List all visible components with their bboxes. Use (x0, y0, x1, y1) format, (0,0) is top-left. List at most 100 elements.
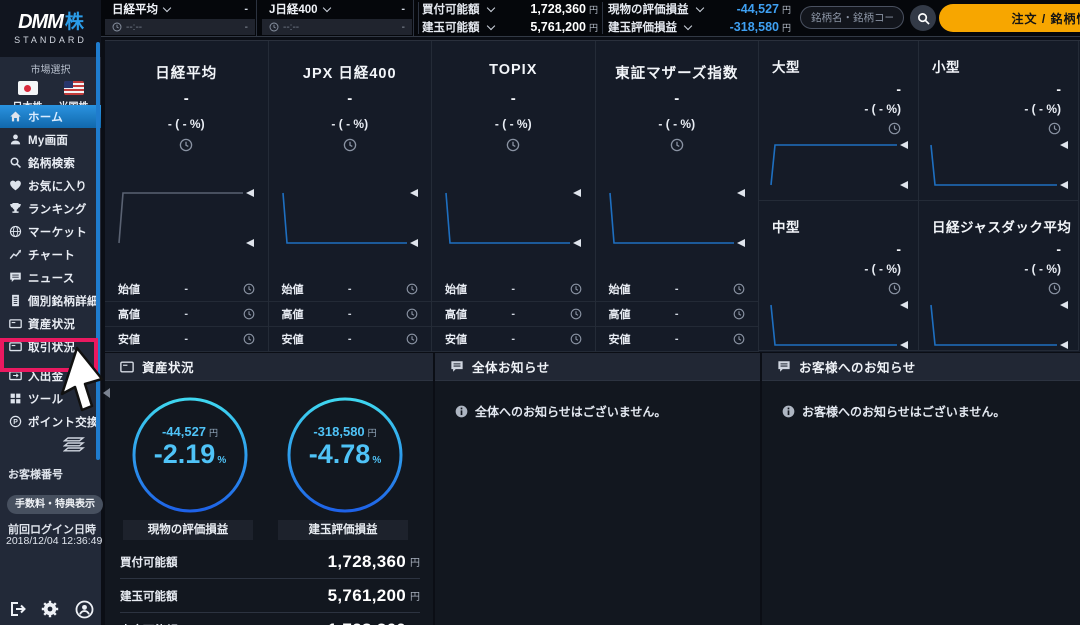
size-card-change: - ( - %) (1024, 102, 1061, 116)
clock-icon[interactable] (888, 282, 901, 295)
clock-icon[interactable] (733, 283, 745, 295)
price-row-label: 安値 (445, 331, 467, 347)
svg-text:P: P (13, 419, 18, 426)
clock-icon[interactable] (243, 283, 255, 295)
index-card-3[interactable]: 東証マザーズ指数-- ( - %)始値-高値-安値- (596, 41, 760, 352)
clock-icon[interactable] (406, 333, 418, 345)
sidebar-item-label: チャート (28, 247, 75, 263)
sidebar-item-9[interactable]: 資産状況 (0, 312, 101, 335)
card-icon (120, 361, 134, 373)
price-row: 安値- (596, 327, 759, 352)
size-card-2[interactable]: 中型-- ( - %) (759, 201, 919, 351)
clock-icon[interactable] (432, 138, 595, 152)
sidebar-item-label: 銘柄検索 (28, 155, 75, 171)
size-card-change: - ( - %) (864, 102, 901, 116)
price-row: 始値- (105, 277, 268, 302)
price-row: 始値- (432, 277, 595, 302)
user-icon (9, 133, 22, 146)
amount-label: 建玉評価損益 (608, 19, 677, 35)
asset-row-value: 1,728,360 (328, 620, 406, 625)
logout-icon[interactable] (7, 599, 27, 619)
clock-icon[interactable] (243, 333, 255, 345)
mini-chart (604, 187, 750, 249)
globe-icon (9, 225, 22, 238)
clock-icon[interactable] (243, 308, 255, 320)
japan-flag-icon (18, 81, 38, 95)
mini-chart (113, 187, 259, 249)
index-card-0[interactable]: 日経平均-- ( - %)始値-高値-安値- (105, 41, 269, 352)
chevron-down-icon[interactable] (695, 3, 703, 11)
clock-icon[interactable] (406, 283, 418, 295)
heart-icon (9, 179, 22, 192)
search-button[interactable] (910, 5, 936, 31)
clock-icon[interactable] (570, 308, 582, 320)
price-row-label: 始値 (609, 281, 631, 297)
size-card-0[interactable]: 大型-- ( - %) (759, 41, 919, 201)
clock-icon[interactable] (1048, 282, 1061, 295)
asset-row-label: 買付可能額 (120, 554, 178, 570)
index-card-title: TOPIX (432, 62, 595, 78)
chevron-down-icon[interactable] (684, 21, 692, 29)
sidebar: DMM株 STANDARD 市場選択 日本株 米国株 ホームMy画面銘柄検索お気… (0, 0, 101, 625)
fee-info-button[interactable]: 手数料・特典表示 (7, 495, 103, 514)
price-row-label: 高値 (445, 306, 467, 322)
size-card-3[interactable]: 日経ジャスダック平均-- ( - %) (919, 201, 1079, 351)
index-card-2[interactable]: TOPIX-- ( - %)始値-高値-安値- (432, 41, 596, 352)
index-cards-section: 日経平均-- ( - %)始値-高値-安値-JPX 日経400-- ( - %)… (105, 40, 1080, 352)
sidebar-item-6[interactable]: チャート (0, 243, 101, 266)
clock-icon[interactable] (269, 138, 432, 152)
index-card-title: 東証マザーズ指数 (596, 62, 759, 83)
symbol-search-input[interactable] (801, 7, 903, 28)
clock-icon[interactable] (570, 333, 582, 345)
account-icon[interactable] (74, 599, 94, 619)
sidebar-item-2[interactable]: 銘柄検索 (0, 151, 101, 174)
collapse-sidebar-icon[interactable] (63, 436, 87, 454)
symbol-search-box (800, 6, 904, 29)
clock-icon[interactable] (888, 122, 901, 135)
price-row-value: - (348, 308, 352, 320)
index-card-value: - (432, 90, 595, 107)
chevron-down-icon[interactable] (486, 3, 494, 11)
size-card-1[interactable]: 小型-- ( - %) (919, 41, 1079, 201)
ticker-name: J日経400 (269, 1, 318, 17)
clock-icon[interactable] (570, 283, 582, 295)
price-row: 高値- (105, 302, 268, 327)
index-ticker-dropdown[interactable]: 日経平均- (105, 0, 255, 18)
clock-icon[interactable] (105, 138, 268, 152)
amount-label: 建玉可能額 (422, 19, 480, 35)
clock-icon[interactable] (596, 138, 759, 152)
price-row-label: 始値 (118, 281, 140, 297)
clock-icon[interactable] (733, 333, 745, 345)
asset-amount-row: 買付可能額1,728,360円 (120, 545, 420, 579)
sidebar-item-5[interactable]: マーケット (0, 220, 101, 243)
topbar: 日経平均---:---J日経400---:--- 買付可能額1,728,360円… (101, 0, 1080, 37)
chevron-down-icon[interactable] (486, 21, 494, 29)
amount-unit: 円 (782, 3, 791, 16)
gauge-unit: 円 (368, 428, 377, 438)
index-ticker-dropdown[interactable]: J日経400- (262, 0, 412, 18)
sidebar-item-4[interactable]: ランキング (0, 197, 101, 220)
sidebar-item-8[interactable]: 個別銘柄詳細 (0, 289, 101, 312)
amount-unit: 円 (782, 21, 791, 34)
speech-bubble-icon (777, 360, 791, 373)
index-card-change: - ( - %) (596, 117, 759, 131)
order-info-button[interactable]: 注文 / 銘柄情報 (939, 4, 1080, 32)
clock-icon[interactable] (733, 308, 745, 320)
sidebar-item-7[interactable]: ニュース (0, 266, 101, 289)
index-card-1[interactable]: JPX 日経400-- ( - %)始値-高値-安値- (269, 41, 433, 352)
price-row-label: 安値 (282, 331, 304, 347)
amount-value: 1,728,360 (530, 2, 586, 16)
news-icon (9, 271, 22, 284)
clock-icon[interactable] (406, 308, 418, 320)
amount-unit: 円 (589, 3, 598, 16)
chart-icon (9, 248, 22, 261)
settings-gear-icon[interactable] (40, 599, 60, 619)
asset-row-label: 建玉可能額 (120, 588, 178, 604)
clock-icon[interactable] (1048, 122, 1061, 135)
grid-icon (9, 392, 22, 405)
sidebar-item-1[interactable]: My画面 (0, 128, 101, 151)
amount-value: -318,580 (730, 20, 779, 34)
sidebar-item-0[interactable]: ホーム (0, 105, 101, 128)
ticker-name: 日経平均 (112, 1, 158, 17)
sidebar-item-3[interactable]: お気に入り (0, 174, 101, 197)
